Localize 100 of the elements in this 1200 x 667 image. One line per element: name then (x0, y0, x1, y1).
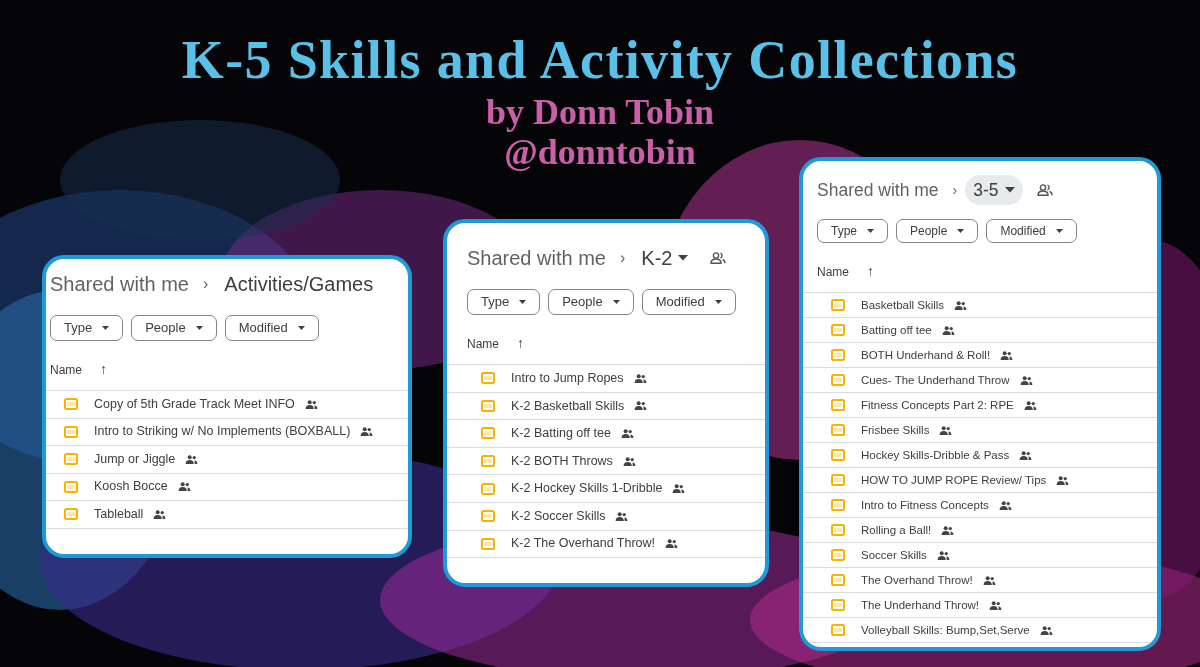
name-column-header[interactable]: Name (50, 360, 82, 379)
file-row[interactable]: K-2 Basketball Skills (447, 392, 765, 421)
file-row[interactable]: K-2 Hockey Skills 1-Dribble (447, 475, 765, 503)
file-name: Frisbee Skills (861, 422, 930, 438)
file-row[interactable]: Intro to Fitness Concepts (803, 493, 1157, 519)
file-row[interactable]: Intro to Striking w/ No Implements (BOXBALL) (46, 418, 408, 446)
slides-file-icon (831, 424, 845, 437)
folder-chip[interactable]: Activities/Games (216, 267, 382, 301)
file-row[interactable]: Soccer Skills (803, 543, 1157, 569)
folder-chip[interactable]: 3-5 (965, 175, 1023, 206)
file-name: Hockey Skills-Dribble & Pass (861, 447, 1010, 463)
file-name: K-2 The Overhand Throw! (511, 535, 656, 553)
file-name: Koosh Bocce (94, 478, 168, 496)
file-row[interactable]: Volleyball Skills: Bump,Set,Serve (803, 618, 1157, 644)
filter-button[interactable]: People (896, 219, 979, 244)
slides-file-icon (481, 510, 495, 523)
slides-file-icon (831, 474, 845, 487)
filter-button[interactable]: Type (817, 219, 888, 244)
file-row[interactable]: Jump or Jiggle (46, 446, 408, 474)
file-name: The Overhand Throw! (861, 572, 973, 588)
folder-chip[interactable]: K-2 (633, 241, 697, 275)
file-row[interactable]: Basketball Skills (803, 293, 1157, 319)
file-name: The Underhand Throw! (861, 597, 980, 613)
file-name: Tableball (94, 505, 144, 523)
file-row[interactable]: Intro to Jump Ropes (447, 365, 765, 393)
file-name: Intro to Fitness Concepts (861, 497, 989, 513)
file-row[interactable]: Cues- The Underhand Throw (803, 368, 1157, 394)
file-row[interactable]: Hockey Skills-Dribble & Pass (803, 443, 1157, 469)
poster-title: K-5 Skills and Activity Collections (181, 29, 1019, 92)
filter-button[interactable]: Type (50, 315, 124, 341)
file-name: Copy of 5th Grade Track Meet INFO (94, 395, 295, 413)
slides-file-icon (831, 324, 845, 337)
file-row[interactable]: Copy of 5th Grade Track Meet INFO (46, 391, 408, 419)
filter-button[interactable]: Modified (641, 289, 736, 315)
slides-file-icon (64, 453, 78, 466)
slides-file-icon (481, 399, 495, 412)
caret-icon (957, 229, 965, 234)
slides-file-icon (64, 480, 78, 493)
slides-file-icon (481, 455, 495, 468)
author-byline: by Donn Tobin (485, 92, 715, 132)
file-row[interactable]: K-2 Soccer Skills (447, 502, 765, 531)
slides-file-icon (831, 499, 845, 512)
file-name: Fitness Concepts Part 2: RPE (861, 397, 1014, 413)
slides-file-icon (831, 599, 845, 612)
caret-icon (102, 326, 110, 330)
file-row[interactable]: K-2 Batting off tee (447, 420, 765, 448)
file-name: BOTH Underhand & Roll! (861, 347, 991, 363)
sort-arrow[interactable]: ↑ (100, 359, 107, 380)
file-name: HOW TO JUMP ROPE Review/ Tips (861, 472, 1047, 488)
file-row[interactable]: Fitness Concepts Part 2: RPE (803, 393, 1157, 419)
sort-arrow[interactable]: ↑ (867, 261, 874, 283)
caret-icon (1055, 229, 1063, 234)
filter-button[interactable]: People (548, 289, 634, 315)
name-column-header[interactable]: Name (467, 334, 499, 353)
file-name: Intro to Jump Ropes (511, 369, 624, 387)
file-row[interactable]: Tableball (46, 501, 408, 529)
caret-icon (195, 326, 203, 330)
sort-arrow[interactable]: ↑ (517, 333, 524, 354)
file-name: Basketball Skills (861, 297, 945, 313)
slides-file-icon (64, 398, 78, 411)
file-name: Rolling a Ball! (861, 522, 932, 538)
caret-icon (1004, 187, 1015, 194)
breadcrumb-link[interactable]: Shared with me (467, 243, 606, 273)
filter-button[interactable]: Type (467, 289, 541, 315)
file-name: Jump or Jiggle (94, 450, 176, 468)
slides-file-icon (831, 549, 845, 562)
breadcrumb-link[interactable]: Shared with me (817, 177, 939, 204)
file-row[interactable]: Frisbee Skills (803, 418, 1157, 444)
filter-button[interactable]: Modified (986, 219, 1077, 244)
file-row[interactable]: K-2 BOTH Throws (447, 447, 765, 476)
file-row[interactable]: The Overhand Throw! (803, 568, 1157, 594)
filter-button[interactable]: Modified (224, 315, 319, 341)
slides-file-icon (831, 374, 845, 387)
slides-file-icon (831, 299, 845, 312)
file-row[interactable]: HOW TO JUMP ROPE Review/ Tips (803, 468, 1157, 494)
breadcrumb-separator: › (952, 180, 958, 200)
file-row[interactable]: The Underhand Throw! (803, 593, 1157, 619)
slides-file-icon (481, 482, 495, 495)
slides-file-icon (831, 624, 845, 637)
breadcrumb-separator: › (202, 274, 209, 294)
file-name: Batting off tee (861, 322, 932, 338)
breadcrumb-link[interactable]: Shared with me (50, 269, 189, 299)
file-name: K-2 Soccer Skills (511, 507, 606, 525)
file-row[interactable]: BOTH Underhand & Roll! (803, 343, 1157, 369)
slides-file-icon (64, 508, 78, 521)
slides-file-icon (481, 537, 495, 550)
caret-icon (297, 326, 305, 330)
caret-icon (714, 300, 722, 304)
file-name: K-2 Basketball Skills (511, 397, 625, 415)
file-row[interactable]: Batting off tee (803, 318, 1157, 344)
file-name: Cues- The Underhand Throw (861, 372, 1010, 388)
file-row[interactable]: Rolling a Ball! (803, 518, 1157, 544)
breadcrumb-separator: › (619, 248, 626, 268)
file-name: Volleyball Skills: Bump,Set,Serve (861, 622, 1030, 638)
name-column-header[interactable]: Name (817, 262, 849, 281)
caret-icon (519, 300, 527, 304)
file-row[interactable]: Koosh Bocce (46, 473, 408, 501)
file-row[interactable]: K-2 The Overhand Throw! (447, 530, 765, 559)
file-name: K-2 Hockey Skills 1-Dribble (511, 480, 663, 498)
filter-button[interactable]: People (131, 315, 217, 341)
